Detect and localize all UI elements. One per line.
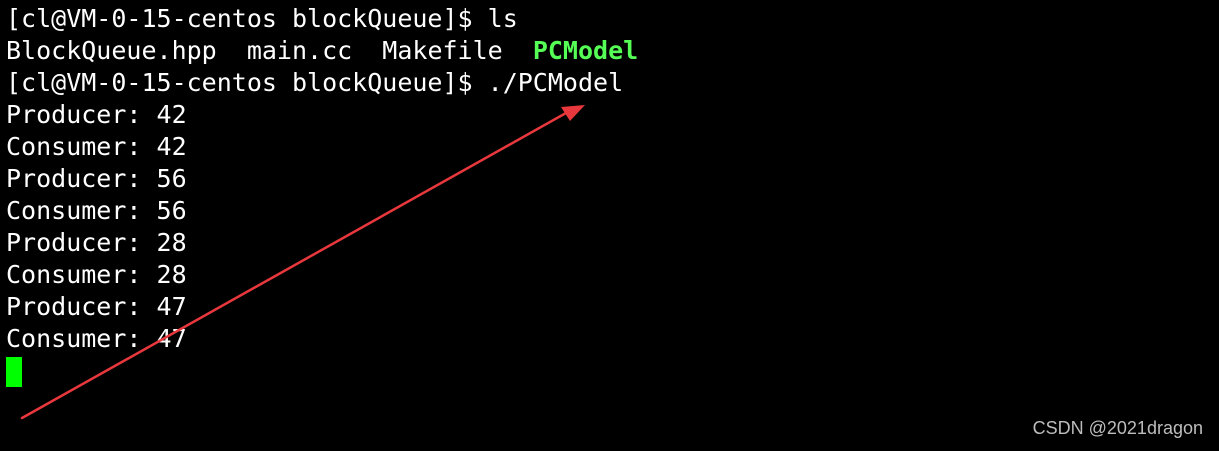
file-entry: main.cc — [246, 36, 353, 65]
program-output-line: Producer: 28 — [6, 228, 187, 257]
program-output-line: Consumer: 56 — [6, 196, 187, 225]
watermark: CSDN @2021dragon — [1032, 418, 1203, 438]
file-entry: Makefile — [382, 36, 503, 65]
program-output-line: Producer: 56 — [6, 164, 187, 193]
shell-prompt: [cl@VM-0-15-centos blockQueue]$ — [6, 4, 473, 33]
terminal-cursor — [6, 357, 22, 387]
command-text: ./PCModel — [487, 68, 624, 97]
program-output-line: Consumer: 42 — [6, 132, 187, 161]
program-output-line: Consumer: 28 — [6, 260, 187, 289]
command-line-run: [cl@VM-0-15-centos blockQueue]$ ./PCMode… — [6, 67, 623, 99]
program-output-line: Producer: 47 — [6, 292, 187, 321]
program-output-line: Producer: 42 — [6, 100, 187, 129]
executable-file-entry: PCModel — [532, 36, 639, 65]
file-entry: BlockQueue.hpp — [6, 36, 217, 65]
command-line-ls: [cl@VM-0-15-centos blockQueue]$ ls — [6, 3, 518, 35]
ls-output-line: BlockQueue.hpp main.cc Makefile PCModel — [6, 35, 638, 67]
terminal-window[interactable]: [cl@VM-0-15-centos blockQueue]$ ls Block… — [0, 0, 1219, 451]
shell-prompt: [cl@VM-0-15-centos blockQueue]$ — [6, 68, 473, 97]
command-text: ls — [487, 4, 518, 33]
program-output-line: Consumer: 47 — [6, 324, 187, 353]
